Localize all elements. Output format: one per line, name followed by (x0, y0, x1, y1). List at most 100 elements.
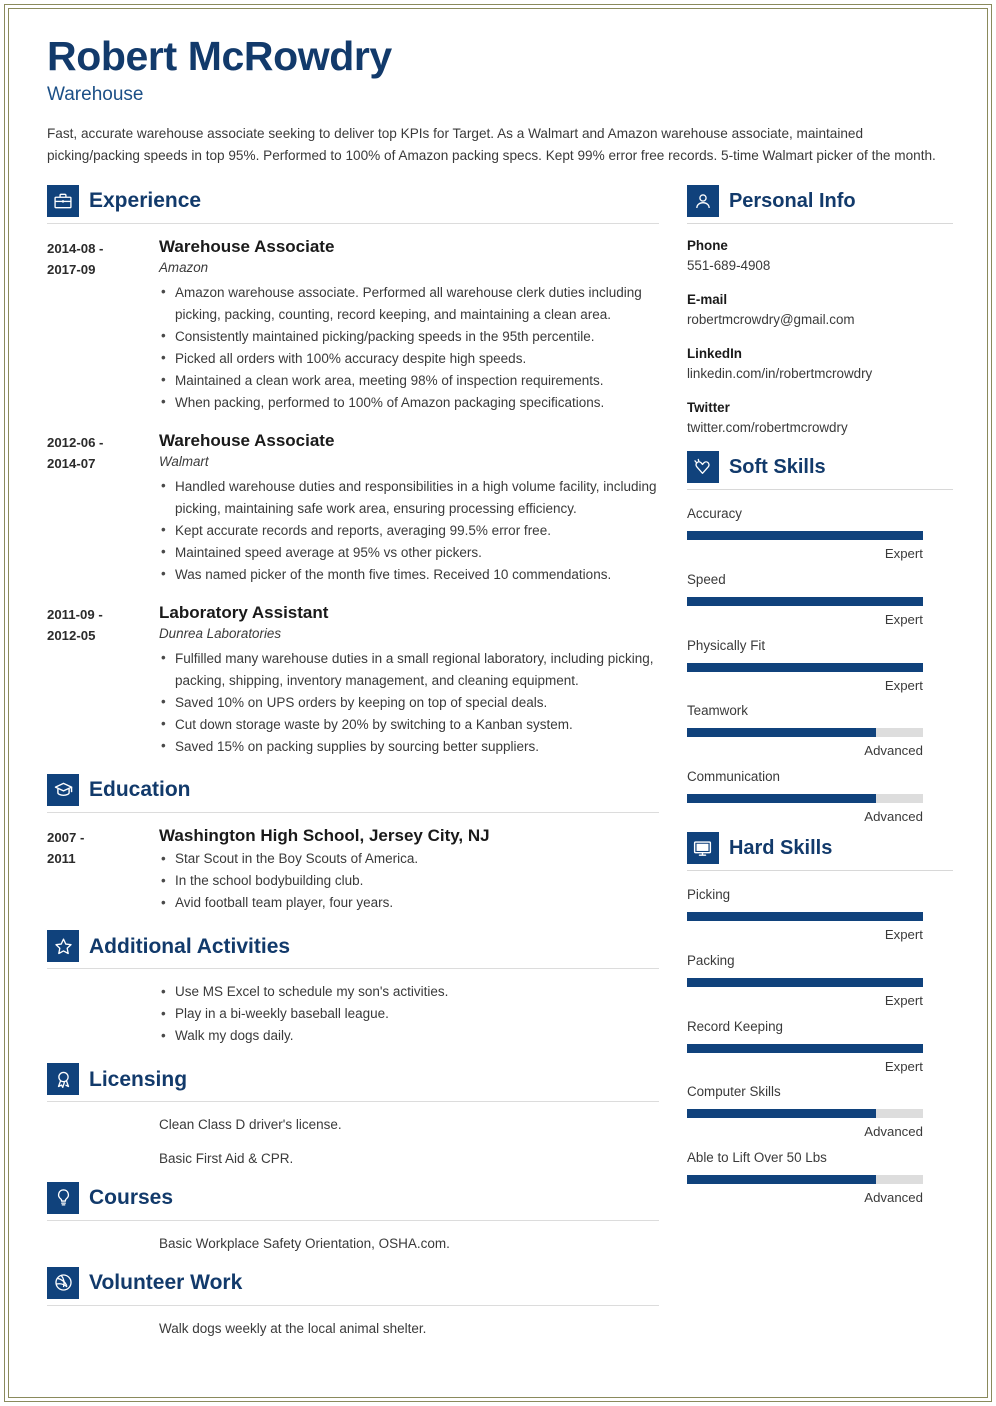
section-experience: Experience 2014-08 - 2017-09 Warehouse A… (47, 184, 659, 758)
graduation-cap-icon (47, 773, 79, 806)
lightbulb-icon (47, 1181, 79, 1214)
entry-body: Laboratory Assistant Dunrea Laboratories… (159, 602, 659, 758)
licensing-line: Basic First Aid & CPR. (159, 1151, 294, 1167)
entry-organization: Walmart (159, 454, 209, 470)
section-title-licensing: Licensing (89, 1067, 188, 1091)
page-frame: Robert McRowdry Warehouse Fast, accurate… (4, 4, 992, 1402)
sidebar: Personal Info Phone 551-689-4908 E-mail … (686, 184, 953, 1213)
entry-organization: Amazon (159, 260, 209, 276)
award-ribbon-icon (47, 1063, 79, 1096)
additional-activities-body: Use MS Excel to schedule my son's activi… (47, 981, 659, 1047)
field-value: robertmcrowdry@gmail.com (686, 311, 855, 327)
school-name: Washington High School, Jersey City, NJ (159, 825, 490, 845)
skill-level: Advanced (864, 743, 923, 759)
entry-role: Warehouse Associate (159, 430, 335, 450)
section-title-additional-activities: Additional Activities (89, 934, 291, 958)
skill-name: Physically Fit (686, 637, 766, 653)
skill-item: Computer Skills Advanced (686, 1082, 953, 1142)
field-value[interactable]: twitter.com/robertmcrowdry (687, 418, 953, 439)
section-header-soft-skills: Soft Skills (686, 451, 953, 489)
section-header-hard-skills: Hard Skills (686, 832, 953, 870)
list-item: In the school bodybuilding club. (159, 870, 659, 892)
page-inner-border: Robert McRowdry Warehouse Fast, accurate… (8, 8, 988, 1398)
list-item: Star Scout in the Boy Scouts of America. (159, 848, 659, 870)
courses-line: Basic Workplace Safety Orientation, OSHA… (159, 1235, 450, 1251)
section-header-personal-info: Personal Info (686, 184, 953, 223)
list-item: Fulfilled many warehouse duties in a sma… (159, 647, 659, 692)
divider (686, 489, 953, 491)
list-item: When packing, performed to 100% of Amazo… (159, 391, 659, 414)
list-item: Picked all orders with 100% accuracy des… (159, 347, 659, 370)
skill-level: Expert (884, 993, 923, 1009)
experience-entry: 2012-06 - 2014-07 Warehouse Associate Wa… (47, 430, 659, 586)
heart-hand-icon (686, 451, 719, 484)
entry-date-to: 2012-05 (47, 628, 96, 644)
list-item: Was named picker of the month five times… (159, 563, 659, 586)
skill-name: Speed (686, 571, 726, 587)
section-licensing: Licensing Clean Class D driver's license… (47, 1063, 659, 1170)
entry-date-to: 2017-09 (47, 262, 96, 278)
person-icon (686, 184, 719, 217)
entry-date-to: 2011 (47, 851, 76, 867)
personal-info-field: LinkedIn linkedin.com/in/robertmcrowdry (687, 344, 953, 385)
skill-bar-track (686, 912, 923, 922)
list-item: Handled warehouse duties and responsibil… (159, 475, 659, 520)
skill-bar-track (686, 597, 923, 607)
list-item: Use MS Excel to schedule my son's activi… (159, 981, 659, 1003)
personal-info-field: Phone 551-689-4908 (687, 236, 953, 277)
skill-name: Teamwork (686, 703, 748, 719)
page-title: Robert McRowdry (47, 33, 392, 79)
education-entry: 2007 - 2011 Washington High School, Jers… (47, 825, 659, 914)
licensing-line: Clean Class D driver's license. (159, 1117, 342, 1133)
section-hard-skills: Hard Skills Picking Expert Packing Exper… (686, 832, 953, 1208)
entry-bullets: Handled warehouse duties and responsibil… (159, 475, 659, 586)
skill-level: Expert (884, 612, 923, 628)
skill-bar-track (686, 1174, 923, 1184)
skill-level: Expert (884, 1058, 923, 1074)
entry-date: 2007 - 2011 (47, 825, 159, 914)
list-item: Walk my dogs daily. (159, 1025, 659, 1047)
skill-bar-track (686, 1043, 923, 1053)
entry-body: Warehouse Associate Walmart Handled ware… (159, 430, 659, 586)
section-header-courses: Courses (47, 1181, 659, 1220)
job-title: Warehouse (47, 84, 144, 106)
section-title-soft-skills: Soft Skills (728, 456, 826, 479)
skill-name: Communication (686, 768, 780, 784)
section-header-licensing: Licensing (47, 1063, 659, 1101)
section-title-hard-skills: Hard Skills (728, 837, 833, 860)
field-label: LinkedIn (686, 345, 742, 361)
skill-name: Packing (686, 952, 735, 968)
entry-body: Washington High School, Jersey City, NJ … (159, 825, 659, 914)
main-column: Experience 2014-08 - 2017-09 Warehouse A… (43, 184, 659, 1352)
divider (686, 222, 953, 224)
section-title-personal-info: Personal Info (728, 189, 856, 212)
skill-level: Expert (884, 546, 923, 562)
volunteer-line: Walk dogs weekly at the local animal she… (159, 1320, 427, 1336)
list-item: Avid football team player, four years. (159, 892, 659, 914)
entry-date-from: 2007 - (47, 829, 85, 845)
section-volunteer-work: Volunteer Work Walk dogs weekly at the l… (47, 1266, 659, 1340)
entry-date: 2012-06 - 2014-07 (47, 430, 159, 586)
skill-bar-fill (686, 1174, 876, 1184)
entry-role: Laboratory Assistant (159, 602, 329, 622)
divider (47, 968, 659, 970)
skill-item: Physically Fit Expert (686, 636, 953, 696)
skill-level: Advanced (864, 808, 923, 824)
skill-name: Picking (686, 887, 731, 903)
divider (47, 811, 659, 813)
skill-item: Accuracy Expert (686, 504, 953, 564)
skill-bar-track (686, 793, 923, 803)
entry-date-from: 2014-08 - (47, 240, 104, 256)
hard-skills-list: Picking Expert Packing Expert Record Kee… (686, 883, 953, 1208)
list-item: Cut down storage waste by 20% by switchi… (159, 713, 659, 736)
list-item: Play in a bi-weekly baseball league. (159, 1003, 659, 1025)
entry-date: 2011-09 - 2012-05 (47, 602, 159, 758)
personal-info-field: Twitter twitter.com/robertmcrowdry (687, 398, 953, 439)
skill-bar-fill (686, 531, 923, 541)
skill-bar-track (686, 531, 923, 541)
field-value[interactable]: linkedin.com/in/robertmcrowdry (687, 364, 953, 385)
section-title-volunteer-work: Volunteer Work (89, 1271, 243, 1295)
section-soft-skills: Soft Skills Accuracy Expert Speed Expert… (686, 451, 953, 826)
divider (686, 870, 953, 872)
skill-item: Able to Lift Over 50 Lbs Advanced (686, 1148, 953, 1208)
